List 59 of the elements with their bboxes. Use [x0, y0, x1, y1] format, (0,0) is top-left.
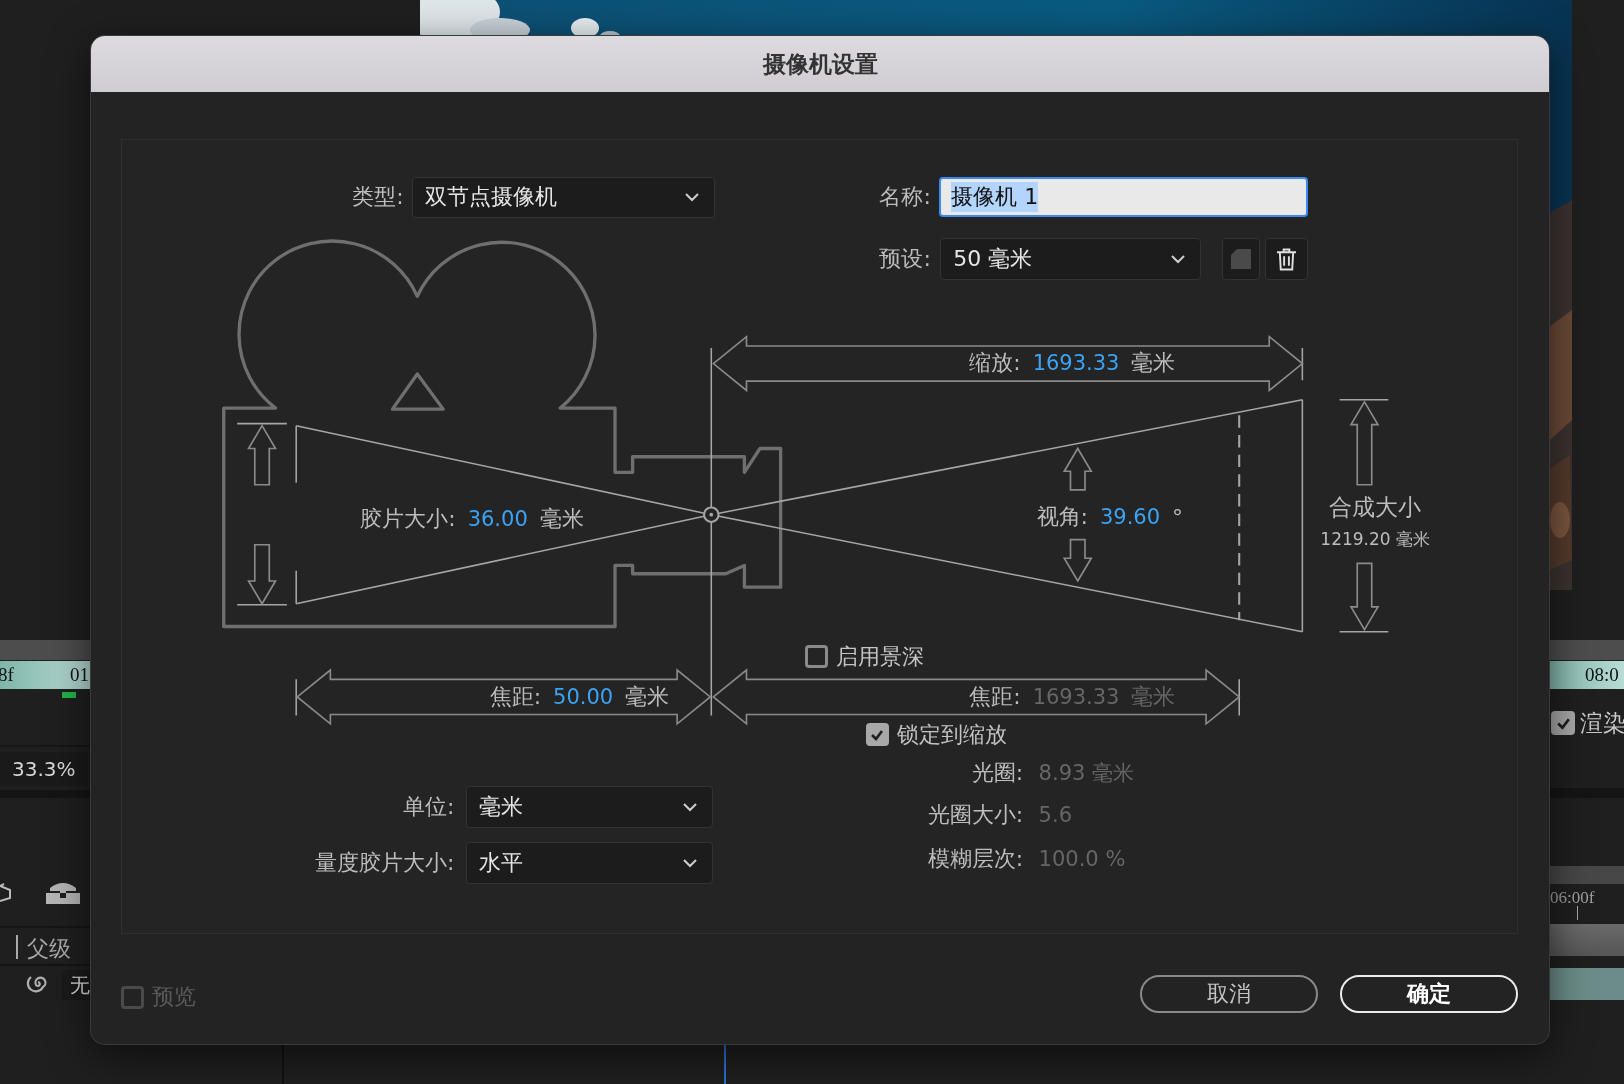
type-label: 类型: — [352, 182, 404, 211]
page-icon — [1229, 247, 1254, 272]
chevron-icon — [1170, 254, 1187, 265]
measure-film-size-label: 量度胶片大小: — [315, 848, 455, 877]
zoom-level-field[interactable]: 33.3% — [0, 752, 88, 786]
zoom-label: 缩放: — [969, 348, 1021, 377]
chevron-icon — [682, 857, 699, 868]
dropdown[interactable]: 水平 — [465, 842, 714, 884]
checkbox-label: 锁定到缩放 — [896, 720, 1007, 749]
trash-icon — [1276, 247, 1298, 272]
name-label: 名称: — [879, 182, 931, 211]
zoom-value[interactable]: 1693.33 — [1032, 350, 1120, 375]
angle-of-view-label: 视角: — [1036, 503, 1088, 531]
setting-label: 光圈大小: — [927, 801, 1024, 830]
cube-icon[interactable] — [0, 880, 12, 902]
focal-length-label: 焦距: — [489, 683, 542, 712]
unit-label: ° — [1172, 504, 1184, 530]
dropdown[interactable]: 50 毫米 — [940, 238, 1202, 280]
preset-label: 预设: — [879, 245, 931, 274]
film-size-value[interactable]: 36.00 — [467, 507, 528, 532]
checkbox[interactable] — [865, 723, 889, 746]
chevron-icon — [684, 192, 701, 203]
focus-distance-label: 焦距: — [969, 683, 1021, 712]
comp-size-label: 合成大小 — [1329, 492, 1422, 522]
dialog-title: 摄像机设置 — [762, 49, 878, 79]
chevron-icon — [682, 802, 699, 812]
ok-button[interactable]: 确定 — [1340, 975, 1518, 1013]
time-label: 01 — [70, 664, 89, 686]
checkbox[interactable] — [1551, 711, 1575, 735]
comp-size-value: 1219.20 毫米 — [1320, 527, 1431, 551]
delete-preset-button[interactable] — [1265, 238, 1308, 280]
dropdown[interactable]: 毫米 — [465, 786, 714, 828]
checkbox-label: 渲染 — [1580, 709, 1624, 738]
film-size-label: 胶片大小: — [360, 505, 456, 534]
up-arrow — [247, 424, 277, 486]
work-area-marker — [62, 692, 76, 698]
name-field[interactable]: 摄像机 1 — [939, 177, 1308, 217]
focal-length-value[interactable]: 50.00 — [553, 685, 614, 710]
column-header: 父级 — [27, 935, 71, 963]
units-label: 单位: — [403, 793, 455, 821]
time-label: 06:00f — [1550, 888, 1595, 908]
timeline-ruler[interactable]: 08:0 — [1549, 661, 1624, 689]
unit-label: 毫米 — [539, 505, 584, 534]
up-arrow — [1062, 446, 1093, 491]
checkbox[interactable] — [804, 645, 828, 669]
down-arrow — [247, 543, 277, 606]
dropdown[interactable]: 双节点摄像机 — [412, 177, 716, 218]
down-arrow — [1349, 562, 1380, 632]
parent-value[interactable]: 无 — [62, 970, 91, 1000]
cancel-button[interactable]: 取消 — [1140, 975, 1318, 1013]
unit-label: 毫米 — [1131, 683, 1176, 712]
checkbox-label: 启用景深 — [835, 642, 924, 671]
angle-of-view-value[interactable]: 39.60 — [1099, 505, 1161, 529]
down-arrow — [1062, 538, 1093, 583]
setting-label: 模糊层次: — [927, 844, 1024, 873]
time-label: 08:0 — [1585, 664, 1619, 686]
unit-label: 毫米 — [1131, 348, 1176, 377]
unit-label: 毫米 — [625, 683, 670, 712]
setting-label: 光圈: — [971, 758, 1024, 787]
